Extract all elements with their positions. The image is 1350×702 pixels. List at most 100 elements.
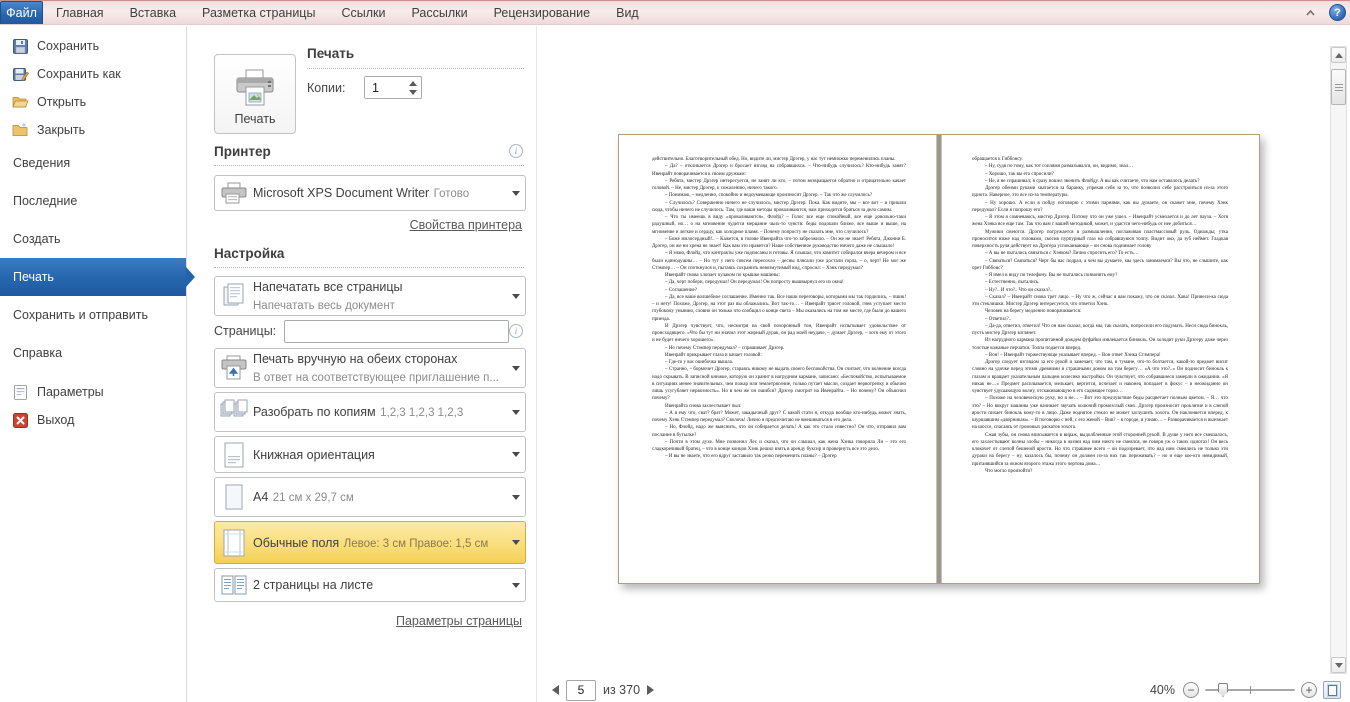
page-paragraph: – Случилось? Совершенно ничего не случил… xyxy=(652,200,906,215)
scrollbar-thumb[interactable] xyxy=(1331,69,1346,105)
page-paragraph: Человек на берегу медленно поворачиваетс… xyxy=(972,308,1228,315)
page-paragraph: И Дрэгер чувствует, что, несмотря на сво… xyxy=(652,323,906,345)
minimize-ribbon-button[interactable] xyxy=(1299,5,1321,20)
tab-mailings[interactable]: Рассылки xyxy=(398,1,480,24)
print-button[interactable]: Печать xyxy=(214,54,296,134)
sidebar-item-help[interactable]: Справка xyxy=(0,334,186,372)
margins-dropdown[interactable]: Обычные поля Левое: 3 см Правое: 1,5 см xyxy=(214,521,526,564)
sidebar-item-label: Закрыть xyxy=(37,123,85,137)
page-paragraph: – Ну, судя по тому, как тот соплями разм… xyxy=(972,163,1228,170)
preview-page-right: обращается к Гиббонсу.– Ну, судя по тому… xyxy=(941,135,1259,583)
sidebar-item-recent[interactable]: Последние xyxy=(0,182,186,220)
sidebar-item-print[interactable]: Печать xyxy=(0,258,186,296)
chevron-down-icon xyxy=(507,495,525,500)
collate-icon xyxy=(215,399,253,425)
sidebar-item-open[interactable]: Открыть xyxy=(0,88,186,116)
spin-down-icon[interactable] xyxy=(409,90,417,95)
preview-scrollbar[interactable] xyxy=(1330,46,1347,674)
chevron-down-icon xyxy=(507,452,525,457)
page-paragraph: – Я знаю, Флойд, что контракты уже подпи… xyxy=(652,250,906,272)
next-page-icon[interactable] xyxy=(647,685,654,695)
duplex-dropdown[interactable]: Печать вручную на обеих сторонах В ответ… xyxy=(214,348,526,388)
tabbar-spacer xyxy=(652,1,1299,24)
sidebar-item-new[interactable]: Создать xyxy=(0,220,186,258)
print-range-dropdown[interactable]: Напечатать все страницы Напечатать весь … xyxy=(214,276,526,316)
close-file-icon xyxy=(12,122,29,139)
sidebar-item-label: Печать xyxy=(13,270,54,284)
copies-label: Копии: xyxy=(307,81,345,95)
page-paragraph: – Я имел в виду по телефону. Вы не пытал… xyxy=(972,272,1228,279)
option-label: Книжная ориентация xyxy=(253,448,375,462)
orientation-dropdown[interactable]: Книжная ориентация xyxy=(214,436,526,473)
page-navigation: из 370 xyxy=(552,679,654,701)
sidebar-item-save-send[interactable]: Сохранить и отправить xyxy=(0,296,186,334)
print-all-pages-icon xyxy=(215,283,253,309)
page-paragraph: – Но, Флойд, надо же выяснить, что он со… xyxy=(652,424,906,439)
page-setup-link[interactable]: Параметры страницы xyxy=(396,614,522,628)
page-paragraph: – Где-то у вас ошибочка вышла. xyxy=(652,359,906,366)
collate-dropdown[interactable]: Разобрать по копиям 1,2,3 1,2,3 1,2,3 xyxy=(214,392,526,432)
divider xyxy=(307,68,524,69)
printer-properties-link[interactable]: Свойства принтера xyxy=(410,218,522,232)
current-page-input[interactable] xyxy=(566,680,596,701)
sidebar-item-label: Выход xyxy=(37,413,74,427)
fit-to-page-button[interactable] xyxy=(1323,681,1341,699)
divider xyxy=(214,165,524,166)
sidebar-item-options[interactable]: Параметры xyxy=(0,378,186,406)
option-sublabel: 1,2,3 1,2,3 1,2,3 xyxy=(380,407,463,419)
page-paragraph: – Хорошо, так вы его спросили? xyxy=(972,171,1228,178)
options-icon xyxy=(12,384,29,401)
page-paragraph: Что могло произойти? xyxy=(972,468,1228,475)
portrait-orientation-icon xyxy=(215,442,253,468)
sidebar-item-save[interactable]: Сохранить xyxy=(0,32,186,60)
tab-insert[interactable]: Вставка xyxy=(117,1,189,24)
spin-up-icon[interactable] xyxy=(409,81,417,86)
preview-sheet: действительно. Благотворительный обед. Н… xyxy=(618,134,1260,584)
zoom-slider[interactable] xyxy=(1205,683,1295,697)
sidebar-item-label: Создать xyxy=(13,232,61,246)
copies-spin-buttons[interactable] xyxy=(405,77,421,98)
tab-references[interactable]: Ссылки xyxy=(328,1,398,24)
chevron-down-icon xyxy=(507,540,525,545)
sidebar-footer: Параметры Выход xyxy=(0,378,186,434)
page-paragraph: – А вы не пытались связаться с Хэнком? Л… xyxy=(972,250,1228,257)
sidebar-item-close[interactable]: Закрыть xyxy=(0,116,186,144)
tab-home[interactable]: Главная xyxy=(43,1,117,24)
pages-info-icon[interactable]: i xyxy=(509,324,523,338)
word-backstage-print-view: Файл Главная Вставка Разметка страницы С… xyxy=(0,0,1350,702)
page-paragraph: – Почти в этом духе. Мне позвонил Лес и … xyxy=(652,439,906,454)
printer-info-icon[interactable]: i xyxy=(509,144,523,158)
divider xyxy=(214,267,524,268)
printer-select-dropdown[interactable]: Microsoft XPS Document Writer Готово xyxy=(214,175,526,211)
sidebar-item-save-as[interactable]: Сохранить как xyxy=(0,60,186,88)
copies-input[interactable] xyxy=(365,77,405,98)
pages-range-input[interactable] xyxy=(284,320,509,343)
page-paragraph: – Сказал? – Ивенрайт снова трет лицо. – … xyxy=(972,294,1228,309)
page-paragraph: – Естественно, пытались. xyxy=(972,279,1228,286)
tab-file[interactable]: Файл xyxy=(0,1,43,24)
fit-page-icon xyxy=(1328,685,1337,696)
help-button[interactable]: ? xyxy=(1329,4,1346,21)
sidebar-item-info[interactable]: Сведения xyxy=(0,144,186,182)
sidebar-item-exit[interactable]: Выход xyxy=(0,406,186,434)
scroll-down-button[interactable] xyxy=(1331,657,1346,673)
page-paragraph: – Боже милосердный!.. – Кажется, в голов… xyxy=(652,236,906,251)
backstage-body: Сохранить Сохранить как Открыть Закрыть xyxy=(0,26,1350,702)
paper-size-dropdown[interactable]: А4 21 см x 29,7 см xyxy=(214,477,526,517)
pages-per-sheet-dropdown[interactable]: 2 страницы на листе xyxy=(214,568,526,602)
scroll-up-button[interactable] xyxy=(1331,47,1346,63)
option-label: Напечатать все страницы xyxy=(253,280,403,294)
zoom-percent-label[interactable]: 40% xyxy=(1150,683,1175,697)
arrow-up-icon xyxy=(1335,53,1343,58)
zoom-out-button[interactable]: − xyxy=(1183,682,1199,698)
tab-page-layout[interactable]: Разметка страницы xyxy=(189,1,328,24)
save-icon xyxy=(12,38,29,55)
tab-review[interactable]: Рецензирование xyxy=(481,1,604,24)
option-sublabel: Напечатать весь документ xyxy=(253,300,395,312)
previous-page-icon[interactable] xyxy=(552,685,559,695)
tab-view[interactable]: Вид xyxy=(603,1,652,24)
zoom-slider-thumb[interactable] xyxy=(1218,683,1228,697)
page-paragraph: Сжав зубы, он снова вписывается в вираж,… xyxy=(972,432,1228,468)
zoom-in-button[interactable]: + xyxy=(1301,682,1317,698)
chevron-down-icon xyxy=(507,294,525,299)
